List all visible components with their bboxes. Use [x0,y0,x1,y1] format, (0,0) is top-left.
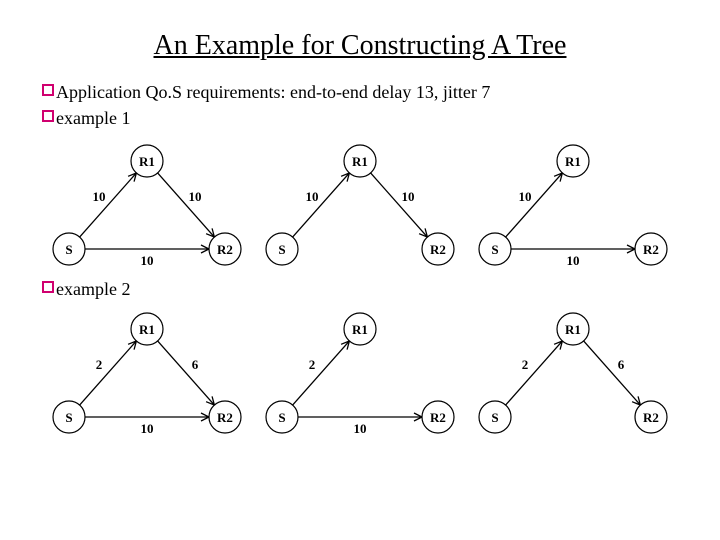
edge-weight-label: 10 [567,253,580,268]
bullet-square-icon [40,281,56,293]
graph-node-r1: R1 [557,145,589,177]
node-label: R2 [430,410,446,425]
edge-line [371,173,428,237]
graph-node-s: S [266,401,298,433]
edge-weight-label: 6 [191,357,198,372]
edge-weight-label: 10 [140,421,153,436]
triangle-diagram: 2 10 S R1 R2 [260,309,460,439]
node-label: R1 [139,154,155,169]
node-label: S [278,242,285,257]
node-label: S [492,242,499,257]
edge-line [157,173,214,237]
edge-weight-label: 10 [306,189,319,204]
edge-line [506,341,563,405]
bullet-item: Application Qo.S requirements: end-to-en… [40,80,680,104]
edge-weight-label: 10 [353,421,366,436]
graph-node-r2: R2 [422,233,454,265]
edge-weight-label: 2 [309,357,316,372]
edge-line [79,173,136,237]
graph-node-r1: R1 [557,313,589,345]
node-label: R1 [139,322,155,337]
node-label: R2 [217,410,233,425]
node-label: R1 [565,322,581,337]
edge-line [506,173,563,237]
edge-line [293,341,350,405]
bullet-item: example 2 [40,277,680,301]
node-label: R2 [643,242,659,257]
node-label: R2 [217,242,233,257]
edge-weight-label: 2 [522,357,529,372]
node-label: S [278,410,285,425]
graph-node-s: S [479,233,511,265]
triangle-diagram: 10 10 S R1 R2 [260,141,460,271]
node-label: S [65,242,72,257]
triangle-diagram: 2 6 10 S R1 R2 [47,309,247,439]
node-label: R2 [430,242,446,257]
node-label: S [65,410,72,425]
edge-weight-label: 6 [618,357,625,372]
triangle-diagram: 10 10 10 S R1 R2 [47,141,247,271]
edge-weight-label: 10 [401,189,414,204]
graph-node-r2: R2 [209,233,241,265]
graph-node-r2: R2 [635,401,667,433]
bullet-text: example 2 [56,277,680,301]
edge-weight-label: 10 [140,253,153,268]
edge-line [584,341,641,405]
graph-node-s: S [266,233,298,265]
graph-node-s: S [53,233,85,265]
node-label: R2 [643,410,659,425]
graph-node-r1: R1 [344,145,376,177]
edge-weight-label: 10 [92,189,105,204]
graph-node-s: S [479,401,511,433]
node-label: R1 [352,322,368,337]
graph-node-r1: R1 [131,313,163,345]
bullet-text: Application Qo.S requirements: end-to-en… [56,80,680,104]
graph-node-r2: R2 [422,401,454,433]
graph-node-r2: R2 [209,401,241,433]
graph-node-r1: R1 [344,313,376,345]
node-label: R1 [352,154,368,169]
example2-row: 2 6 10 S R1 R2 2 10 S R1 R2 2 6 S R1 R2 [40,309,680,439]
edge-weight-label: 2 [95,357,102,372]
edge-line [293,173,350,237]
bullet-square-icon [40,84,56,96]
edge-weight-label: 10 [519,189,532,204]
edge-weight-label: 10 [188,189,201,204]
node-label: R1 [565,154,581,169]
triangle-diagram: 2 6 S R1 R2 [473,309,673,439]
bullet-item: example 1 [40,106,680,130]
graph-node-s: S [53,401,85,433]
example1-row: 10 10 10 S R1 R2 10 10 S R1 R2 10 10 S R1 R2 [40,141,680,271]
bullets-block: Application Qo.S requirements: end-to-en… [40,80,680,131]
page-title: An Example for Constructing A Tree [40,30,680,62]
triangle-diagram: 10 10 S R1 R2 [473,141,673,271]
edge-line [79,341,136,405]
bullet-text: example 1 [56,106,680,130]
graph-node-r2: R2 [635,233,667,265]
edge-line [157,341,214,405]
graph-node-r1: R1 [131,145,163,177]
node-label: S [492,410,499,425]
bullet-square-icon [40,110,56,122]
